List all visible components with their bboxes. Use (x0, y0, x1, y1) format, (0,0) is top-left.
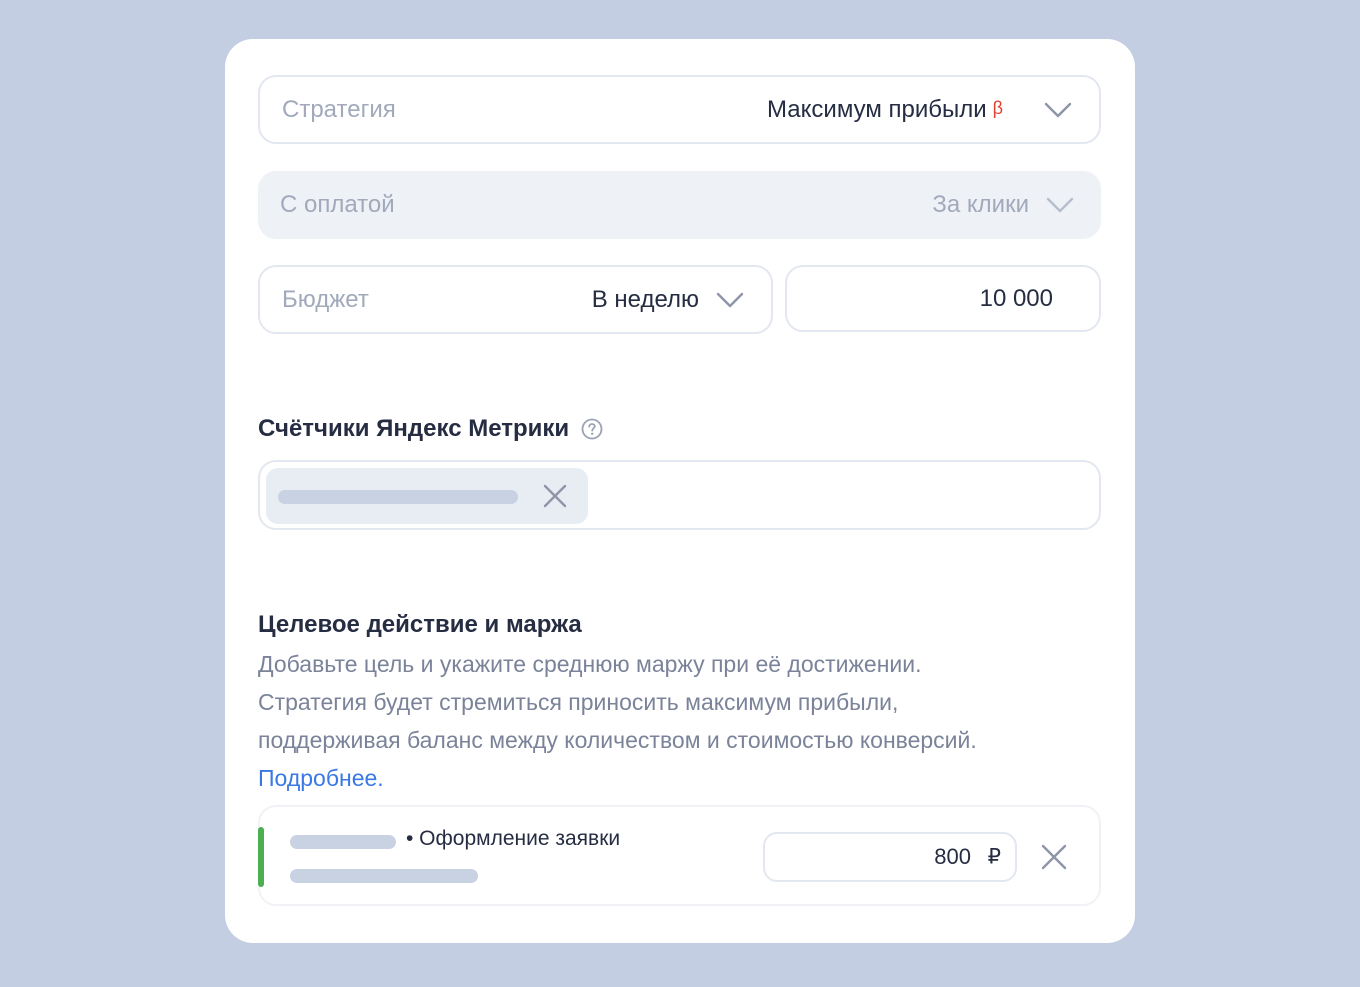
budget-period-value: В неделю (591, 285, 699, 313)
chevron-down-icon (715, 291, 745, 309)
goal-counter-placeholder (290, 835, 396, 849)
counter-name-placeholder (278, 490, 518, 504)
payment-label: С оплатой (280, 191, 395, 218)
goal-description: Добавьте цель и укажите среднюю маржу пр… (258, 645, 1098, 797)
strategy-value-text: Максимум прибыли (767, 95, 987, 123)
strategy-select[interactable]: Стратегия Максимум прибыли β (258, 75, 1101, 144)
goal-id-placeholder (290, 869, 478, 883)
question-circle-icon[interactable] (581, 418, 603, 440)
close-icon[interactable] (542, 483, 568, 509)
goal-name: • Оформление заявки (406, 827, 621, 850)
budget-amount-input[interactable] (833, 284, 1053, 313)
metrika-counters-field[interactable] (258, 460, 1101, 530)
goal-description-line: поддерживая баланс между количеством и с… (258, 727, 977, 753)
more-link[interactable]: Подробнее (258, 765, 377, 791)
budget-period-select[interactable]: Бюджет В неделю (258, 265, 773, 334)
goal-accent-bar (258, 827, 264, 887)
payment-type-select[interactable]: С оплатой За клики (258, 171, 1101, 239)
goal-section-title: Целевое действие и маржа (258, 611, 582, 638)
currency-sign: ₽ (987, 845, 1001, 869)
strategy-label: Стратегия (282, 95, 396, 123)
margin-field: ₽ (763, 832, 1017, 882)
budget-amount-field (785, 265, 1101, 332)
beta-badge: β (992, 97, 1003, 118)
chevron-down-icon (1043, 101, 1073, 119)
strategy-settings-card: Стратегия Максимум прибыли β С оплатой За… (225, 39, 1135, 943)
counter-chip (266, 468, 588, 524)
budget-label: Бюджет (282, 285, 369, 313)
margin-input[interactable] (811, 844, 971, 870)
strategy-value: Максимум прибыли β (767, 96, 1003, 124)
chevron-down-icon (1045, 196, 1075, 214)
metrika-counters-title-text: Счётчики Яндекс Метрики (258, 415, 570, 442)
close-icon[interactable] (1040, 843, 1068, 871)
metrika-counters-title: Счётчики Яндекс Метрики (258, 415, 603, 443)
goal-item-row: • Оформление заявки ₽ (258, 805, 1101, 906)
payment-value: За клики (932, 191, 1029, 218)
goal-description-line: Добавьте цель и укажите среднюю маржу пр… (258, 651, 922, 677)
goal-description-line: Стратегия будет стремиться приносить мак… (258, 689, 899, 715)
more-link-suffix: . (377, 765, 384, 791)
goal-description-more: Подробнее. (258, 759, 1098, 797)
